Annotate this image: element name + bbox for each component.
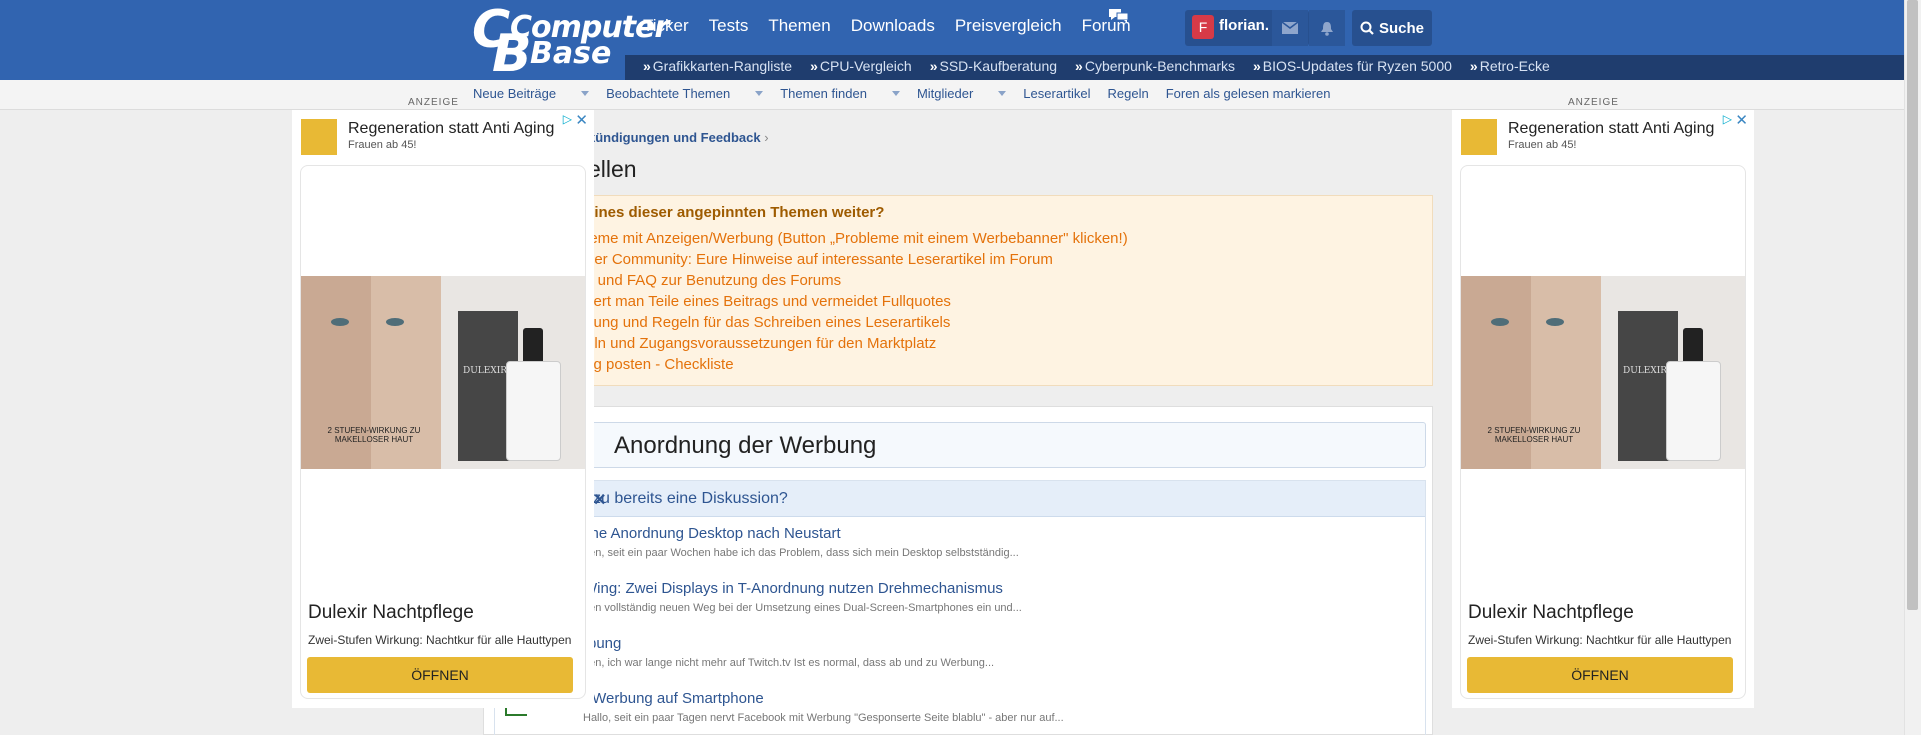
page-title: ellen: [588, 156, 637, 182]
pinned-link[interactable]: tig posten - Checkliste: [586, 354, 1128, 375]
similar-thread-snippet: nen, seit ein paar Wochen habe ich das P…: [583, 547, 1019, 559]
ad-open-button[interactable]: ÖFFNEN: [1467, 657, 1733, 693]
caret-down-icon: [998, 91, 1007, 96]
thread-title-input[interactable]: Anordnung der Werbung: [494, 422, 1426, 468]
close-icon[interactable]: ✕: [1735, 111, 1748, 129]
nav-preisvergleich[interactable]: Preisvergleich: [955, 16, 1062, 36]
ad-brand: DULEXIR: [463, 366, 508, 376]
ad-logo-icon: [1461, 119, 1497, 155]
computerbase-logo[interactable]: C B Computer Base: [470, 4, 669, 80]
ad-slogan: 2 STUFEN-WIRKUNG ZU MAKELLOSER HAUT: [1487, 426, 1581, 444]
ad-product-image: DULEXIR 2 STUFEN-WIRKUNG ZU MAKELLOSER H…: [1461, 276, 1745, 469]
ad-product-name[interactable]: Dulexir Nachtpflege: [308, 602, 474, 624]
main-content: kündigungen und Feedback › ellen eines d…: [473, 110, 1433, 735]
ad-left[interactable]: Regeneration statt Anti Aging Frauen ab …: [292, 110, 594, 708]
subnav-members[interactable]: Mitglieder: [917, 86, 1007, 101]
quicklink-item[interactable]: » Grafikkarten-Rangliste: [643, 58, 801, 74]
similar-thread-snippet: Hallo, seit ein paar Tagen nervt Faceboo…: [583, 712, 1064, 724]
pinned-list: leme mit Anzeigen/Werbung (Button „Probl…: [586, 228, 1128, 375]
quicklink-item[interactable]: » Cyberpunk-Benchmarks: [1075, 58, 1244, 74]
close-icon[interactable]: ✕: [593, 490, 1411, 510]
ad-open-button[interactable]: ÖFFNEN: [307, 657, 573, 693]
chat-bubbles-icon: [1109, 9, 1129, 23]
similar-threads-header: zu bereits eine Diskussion? ✕: [495, 481, 1425, 517]
quicklink-item[interactable]: » CPU-Vergleich: [810, 58, 921, 74]
pinned-heading: eines dieser angepinnten Themen weiter?: [586, 204, 885, 221]
pinned-link[interactable]: leme mit Anzeigen/Werbung (Button „Probl…: [586, 228, 1128, 249]
ad-brand: DULEXIR: [1623, 366, 1668, 376]
adchoices-icon[interactable]: ▷: [563, 112, 572, 126]
thread-title-value: Anordnung der Werbung: [614, 432, 877, 459]
adchoices-icon[interactable]: ▷: [1723, 112, 1732, 126]
ad-product-name[interactable]: Dulexir Nachtpflege: [1468, 602, 1634, 624]
breadcrumb[interactable]: kündigungen und Feedback ›: [588, 130, 769, 145]
similar-threads-panel: zu bereits eine Diskussion? ✕ che Anordn…: [494, 480, 1426, 735]
ad-subline: Frauen ab 45!: [1508, 139, 1577, 151]
quicklink-item[interactable]: » Retro-Ecke: [1470, 58, 1559, 74]
ad-headline[interactable]: Regeneration statt Anti Aging: [1508, 120, 1714, 138]
ad-label-right: ANZEIGE: [1568, 97, 1619, 108]
notifications-button[interactable]: [1309, 10, 1345, 46]
ad-description: Zwei-Stufen Wirkung: Nachtkur für alle H…: [1468, 633, 1732, 647]
ad-label-left: ANZEIGE: [408, 97, 459, 108]
caret-down-icon: [581, 91, 590, 96]
ad-description: Zwei-Stufen Wirkung: Nachtkur für alle H…: [308, 633, 572, 647]
caret-down-icon: [755, 91, 764, 96]
pinned-link[interactable]: eln und Zugangsvoraussetzungen für den M…: [586, 333, 1128, 354]
nav-tests[interactable]: Tests: [709, 16, 749, 36]
quicklink-item[interactable]: » BIOS-Updates für Ryzen 5000: [1253, 58, 1461, 74]
similar-thread-snippet: nen vollständig neuen Weg bei der Umsetz…: [583, 602, 1022, 614]
subnav-find-threads[interactable]: Themen finden: [780, 86, 900, 101]
similar-thread-title[interactable]: che Anordnung Desktop nach Neustart: [583, 525, 841, 542]
nav-themen[interactable]: Themen: [768, 16, 830, 36]
ad-slogan: 2 STUFEN-WIRKUNG ZU MAKELLOSER HAUT: [327, 426, 421, 444]
ad-product-image: DULEXIR 2 STUFEN-WIRKUNG ZU MAKELLOSER H…: [301, 276, 585, 469]
similar-thread-snippet: nen, ich war lange nicht mehr auf Twitch…: [583, 657, 995, 669]
close-icon[interactable]: ✕: [575, 111, 588, 129]
nav-downloads[interactable]: Downloads: [851, 16, 935, 36]
scrollbar-thumb[interactable]: [1907, 0, 1918, 610]
ad-logo-icon: [301, 119, 337, 155]
messages-button[interactable]: [1272, 10, 1308, 46]
pinned-link[interactable]: itung und Regeln für das Schreiben eines…: [586, 312, 1128, 333]
nav-ticker[interactable]: Ticker: [643, 16, 689, 36]
ad-headline[interactable]: Regeneration statt Anti Aging: [348, 120, 554, 138]
quicklinks: » Grafikkarten-Rangliste » CPU-Vergleich »…: [643, 58, 1568, 74]
subnav-mark-read[interactable]: Foren als gelesen markieren: [1166, 86, 1331, 101]
envelope-icon: [1282, 22, 1298, 34]
pinned-threads-notice: eines dieser angepinnten Themen weiter? …: [483, 195, 1433, 386]
quicklink-item[interactable]: » SSD-Kaufberatung: [930, 58, 1066, 74]
similar-thread-title[interactable]: Wing: Zwei Displays in T-Anordnung nutze…: [583, 580, 1003, 597]
pinned-link[interactable]: tiert man Teile eines Beitrags und verme…: [586, 291, 1128, 312]
pinned-link[interactable]: der Community: Eure Hinweise auf interes…: [586, 249, 1128, 270]
avatar[interactable]: F: [1192, 15, 1214, 39]
subnav-watched[interactable]: Beobachtete Themen: [606, 86, 764, 101]
pinned-link[interactable]: s und FAQ zur Benutzung des Forums: [586, 270, 1128, 291]
ad-subline: Frauen ab 45!: [348, 139, 417, 151]
subnav-rules[interactable]: Regeln: [1108, 86, 1149, 101]
subnav-reader-articles[interactable]: Leserartikel: [1023, 86, 1090, 101]
caret-down-icon: [891, 91, 900, 96]
logo-text-2: Base: [530, 36, 612, 71]
similar-thread-title[interactable]: - Werbung auf Smartphone: [583, 690, 764, 707]
subnav-new-posts[interactable]: Neue Beiträge: [473, 86, 590, 101]
search-label: Suche: [1378, 19, 1424, 37]
ad-right[interactable]: Regeneration statt Anti Aging Frauen ab …: [1452, 110, 1754, 708]
new-thread-form: Anordnung der Werbung zu bereits eine Di…: [483, 406, 1433, 735]
search-icon: [1360, 21, 1374, 35]
bell-icon: [1321, 21, 1333, 36]
forum-subnav-items: Neue Beiträge Beobachtete Themen Themen …: [473, 86, 1347, 101]
username[interactable]: florian.: [1219, 17, 1269, 34]
main-nav: Ticker Tests Themen Downloads Preisvergl…: [643, 13, 1151, 39]
search-button[interactable]: Suche: [1352, 10, 1432, 46]
